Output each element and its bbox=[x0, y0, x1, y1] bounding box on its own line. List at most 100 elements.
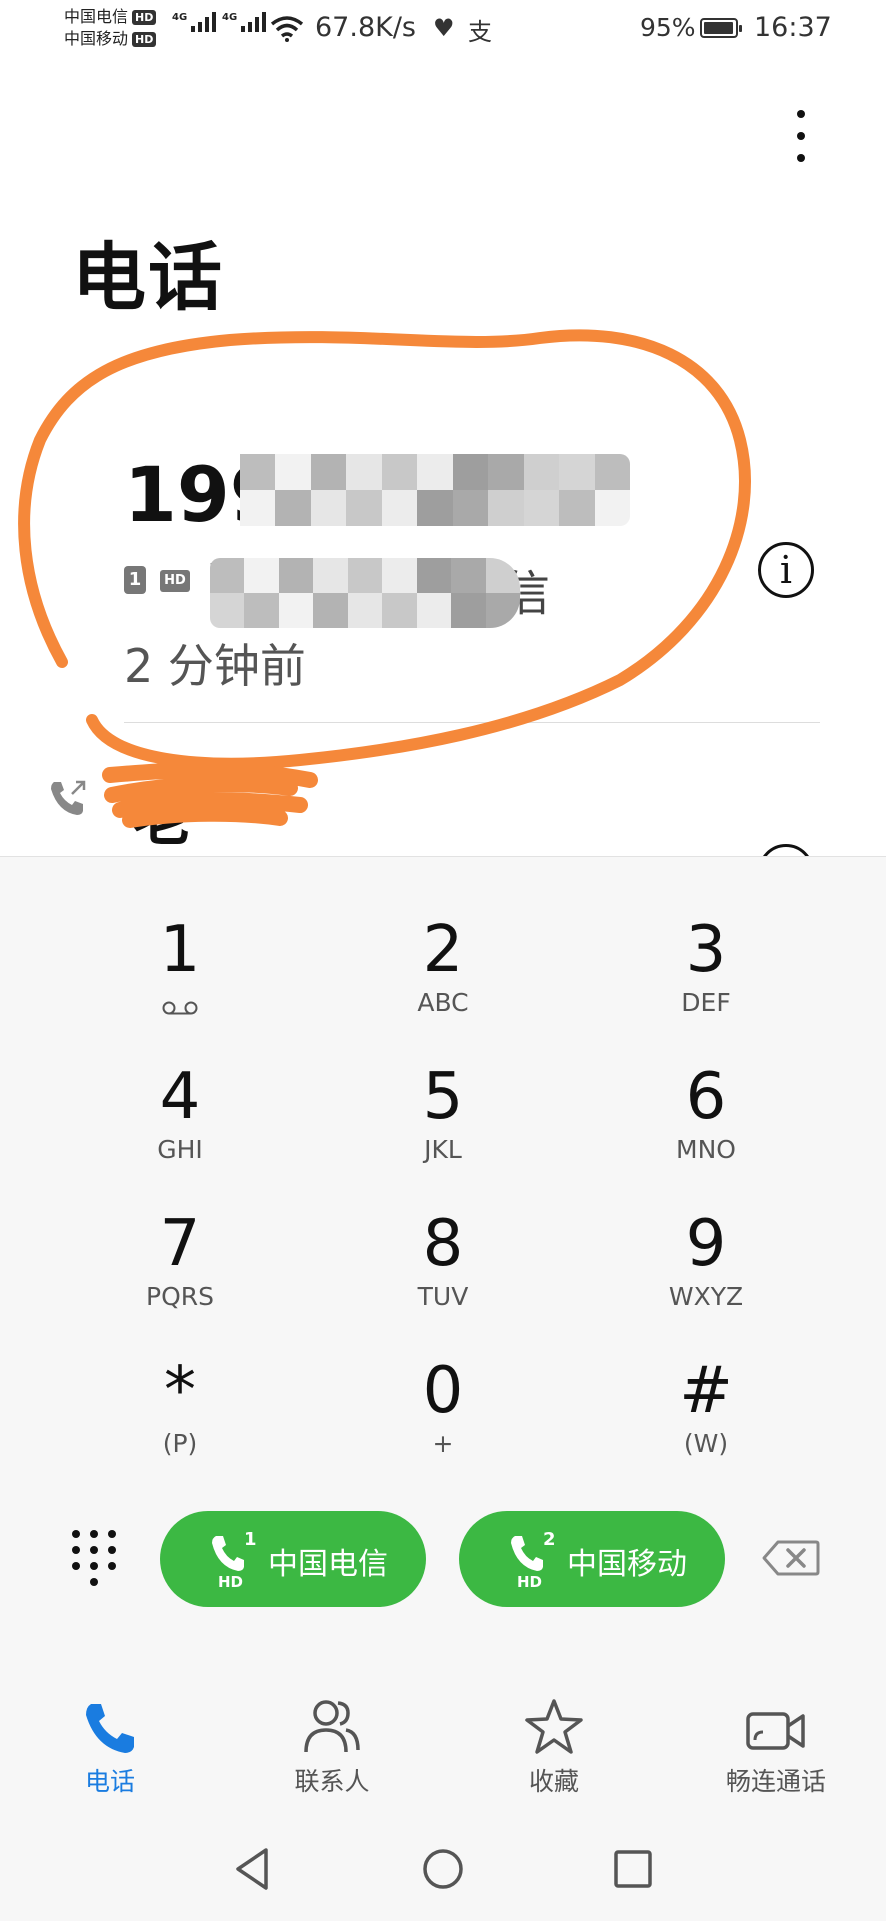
outgoing-call-icon bbox=[51, 780, 86, 815]
mosaic-cell bbox=[244, 558, 279, 593]
phone-icon bbox=[86, 1704, 134, 1753]
mosaic-cell bbox=[594, 454, 630, 490]
dial-key-7[interactable]: 7 PQRS bbox=[60, 1188, 300, 1328]
mosaic-cell bbox=[346, 490, 382, 526]
dial-key-2[interactable]: 2 ABC bbox=[323, 894, 563, 1034]
bottom-nav: 电话 联系人 收藏 畅连通话 bbox=[0, 1690, 886, 1800]
call-sim2-button[interactable]: 2 HD 中国移动 bbox=[459, 1511, 725, 1607]
hd-icon: HD bbox=[160, 570, 190, 592]
dial-key-0[interactable]: 0 + bbox=[323, 1335, 563, 1475]
nav-tab-phone[interactable]: 电话 bbox=[20, 1690, 200, 1800]
contact-name: 老 bbox=[132, 784, 192, 854]
backspace-icon[interactable] bbox=[762, 1540, 820, 1576]
mosaic-cell bbox=[416, 593, 452, 628]
page-title: 电话 bbox=[72, 235, 224, 321]
network-speed: 67.8K/s bbox=[315, 12, 416, 43]
mosaic-cell bbox=[559, 454, 595, 490]
back-icon[interactable] bbox=[232, 1846, 272, 1892]
status-bar: 中国电信 HD 中国移动 HD 4G 4G 67.8K/s ♥ 支 95% 16… bbox=[0, 0, 886, 60]
health-icon: ♥ bbox=[433, 14, 455, 42]
mosaic-cell bbox=[275, 454, 311, 490]
alipay-icon: 支 bbox=[468, 18, 492, 46]
dial-key-5[interactable]: 5 JKL bbox=[323, 1041, 563, 1181]
call-sim1-button[interactable]: 1 HD 中国电信 bbox=[160, 1511, 426, 1607]
star-icon bbox=[525, 1699, 583, 1754]
mosaic-cell bbox=[244, 593, 279, 628]
mosaic-cell bbox=[278, 593, 314, 628]
hd-label: HD bbox=[517, 1573, 543, 1591]
mosaic-cell bbox=[382, 558, 417, 593]
wifi-icon bbox=[270, 16, 304, 42]
carrier-label: 中国移动 bbox=[567, 1547, 687, 1582]
mosaic-cell bbox=[381, 454, 418, 490]
carrier-2-name: 中国移动 bbox=[64, 29, 129, 48]
phone-icon bbox=[511, 1536, 543, 1571]
dial-key-9[interactable]: 9 WXYZ bbox=[586, 1188, 826, 1328]
dialpad-toggle-icon[interactable] bbox=[70, 1528, 118, 1586]
mosaic-cell bbox=[417, 454, 453, 490]
mosaic-cell bbox=[559, 490, 595, 526]
battery-icon bbox=[700, 18, 742, 38]
mosaic-cell bbox=[382, 593, 417, 628]
mosaic-cell bbox=[210, 558, 245, 593]
video-call-icon bbox=[746, 1712, 805, 1750]
phone-icon bbox=[212, 1536, 244, 1571]
battery-percent: 95% bbox=[640, 13, 696, 42]
carrier-1-name: 中国电信 bbox=[64, 7, 129, 26]
dial-key-6[interactable]: 6 MNO bbox=[586, 1041, 826, 1181]
hd-label: HD bbox=[218, 1573, 244, 1591]
mosaic-cell bbox=[452, 490, 489, 526]
mosaic-cell bbox=[451, 593, 486, 628]
dial-key-8[interactable]: 8 TUV bbox=[323, 1188, 563, 1328]
dial-key-3[interactable]: 3 DEF bbox=[586, 894, 826, 1034]
mosaic-cell bbox=[347, 593, 383, 628]
recent-call-item[interactable]: 199 1 HD Г 信 2 分钟前 i bbox=[0, 430, 886, 723]
mosaic-cell bbox=[240, 490, 276, 526]
hd-badge: HD bbox=[132, 31, 157, 47]
nav-tab-contacts[interactable]: 联系人 bbox=[242, 1690, 422, 1800]
mosaic-cell bbox=[523, 490, 560, 526]
mosaic-cell bbox=[310, 454, 347, 490]
sim-1-icon: 1 bbox=[124, 566, 146, 594]
mosaic-cell bbox=[381, 490, 418, 526]
contacts-icon bbox=[304, 1700, 360, 1753]
status-time: 16:37 bbox=[754, 12, 832, 43]
home-icon[interactable] bbox=[421, 1846, 465, 1892]
nav-label: 畅连通话 bbox=[725, 1767, 826, 1796]
call-time: 2 分钟前 bbox=[124, 639, 306, 693]
mosaic-cell bbox=[417, 490, 453, 526]
sim-number: 2 bbox=[543, 1529, 556, 1550]
voicemail-icon bbox=[162, 1001, 198, 1015]
mosaic-cell bbox=[488, 490, 524, 526]
mosaic-cell bbox=[452, 454, 489, 490]
nav-label: 联系人 bbox=[294, 1767, 370, 1796]
more-vertical-icon[interactable] bbox=[786, 108, 816, 168]
mosaic-cell bbox=[416, 558, 452, 593]
nav-tab-favorites[interactable]: 收藏 bbox=[464, 1690, 644, 1800]
nav-label: 电话 bbox=[84, 1767, 135, 1796]
recent-call-item[interactable]: 老 bbox=[0, 740, 886, 900]
dial-key-4[interactable]: 4 GHI bbox=[60, 1041, 300, 1181]
mosaic-cell bbox=[313, 593, 348, 628]
dial-key-hash[interactable]: # (W) bbox=[586, 1335, 826, 1475]
nav-tab-meetime[interactable]: 畅连通话 bbox=[686, 1690, 866, 1800]
mosaic-cell bbox=[451, 558, 486, 593]
carrier-info: 中国电信 HD 中国移动 HD bbox=[64, 6, 157, 50]
mosaic-cell bbox=[240, 454, 276, 490]
mosaic-cell bbox=[278, 558, 314, 593]
sim-number: 1 bbox=[244, 1529, 257, 1550]
redaction-mosaic bbox=[240, 454, 630, 526]
mosaic-cell bbox=[594, 490, 630, 526]
carrier-label: 中国电信 bbox=[268, 1547, 388, 1582]
recents-icon[interactable] bbox=[612, 1846, 654, 1892]
dial-key-star[interactable]: * (P) bbox=[60, 1335, 300, 1475]
system-navigation-bar bbox=[0, 1820, 886, 1920]
info-icon[interactable]: i bbox=[758, 542, 814, 598]
mosaic-cell bbox=[346, 454, 382, 490]
divider bbox=[124, 722, 820, 723]
mosaic-cell bbox=[310, 490, 347, 526]
mosaic-cell bbox=[313, 558, 348, 593]
mosaic-cell bbox=[347, 558, 383, 593]
dial-key-1[interactable]: 1 bbox=[60, 894, 300, 1034]
mosaic-cell bbox=[488, 454, 524, 490]
